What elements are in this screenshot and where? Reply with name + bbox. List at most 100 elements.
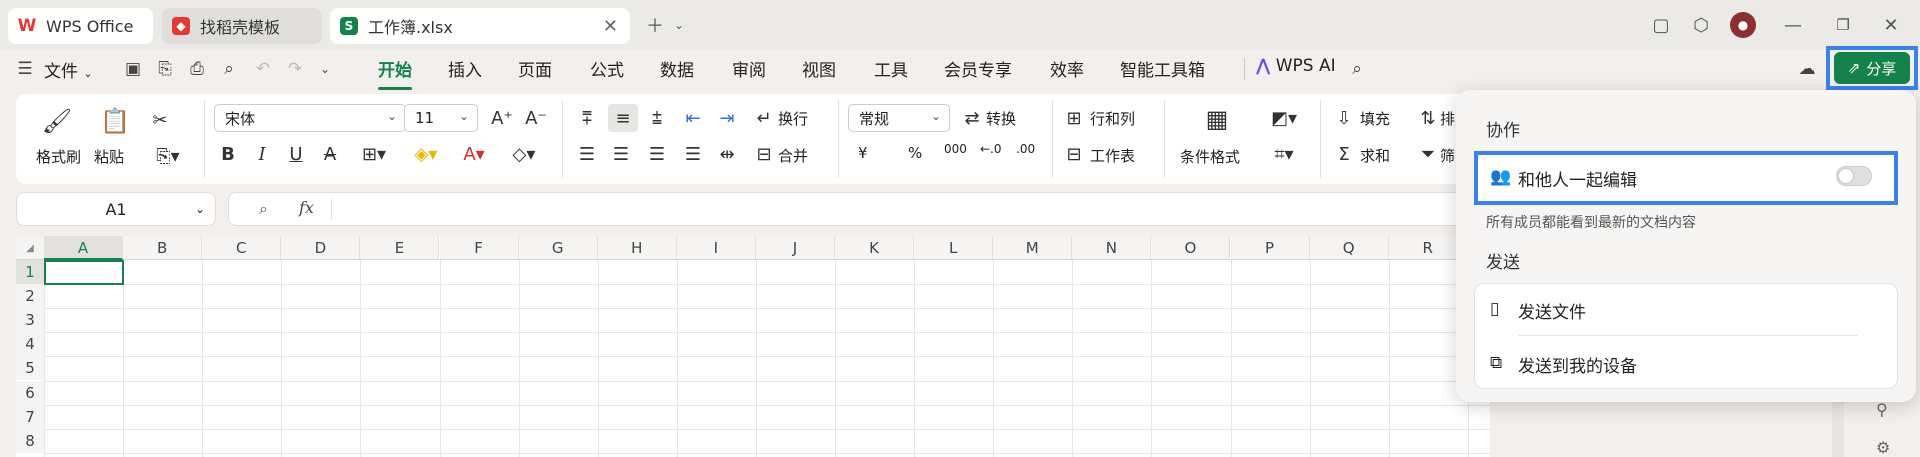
wrap-label[interactable]: 换行 — [778, 108, 808, 129]
wrap-icon[interactable]: ↵ — [752, 106, 776, 130]
convert-label[interactable]: 转换 — [986, 108, 1016, 129]
worksheet-icon[interactable]: ⊟ — [1062, 142, 1086, 166]
sort-icon[interactable]: ⇅ — [1416, 106, 1440, 130]
send-device-item[interactable]: ⧉ 发送到我的设备 — [1490, 351, 1874, 381]
copy-icon[interactable]: ⎘▾ — [150, 144, 186, 168]
format-painter-icon[interactable]: 🖌 — [42, 106, 72, 136]
row-header[interactable]: 6 — [16, 380, 44, 405]
row-header[interactable]: 1 — [16, 260, 44, 284]
tab-template[interactable]: ◆ 找稻壳模板 — [162, 8, 322, 44]
column-header[interactable]: L — [914, 236, 994, 260]
column-header[interactable]: O — [1151, 236, 1231, 260]
merge-label[interactable]: 合并 — [778, 145, 808, 166]
new-tab-icon[interactable]: ＋ — [642, 12, 668, 38]
align-center-icon[interactable]: ☰ — [608, 142, 634, 166]
underline-icon[interactable]: U — [284, 142, 308, 166]
crop-icon[interactable]: ⌗▾ — [1266, 142, 1302, 166]
cell-style-icon[interactable]: ◩▾ — [1266, 106, 1302, 130]
paste-label[interactable]: 粘贴 — [94, 146, 124, 167]
chevron-down-icon[interactable]: ⌄ — [314, 58, 336, 80]
save-icon[interactable]: ▣ — [122, 58, 144, 80]
justify-icon[interactable]: ☰ — [680, 142, 706, 166]
column-header[interactable]: P — [1230, 236, 1310, 260]
menu-efficiency[interactable]: 效率 — [1050, 56, 1084, 81]
tab-wps-office[interactable]: W WPS Office — [8, 8, 153, 44]
currency-button[interactable]: ¥ — [858, 144, 868, 162]
side-tool-icon[interactable]: ⚙ — [1876, 438, 1890, 457]
cloud-sync-icon[interactable]: ☁ — [1796, 58, 1818, 80]
percent-button[interactable]: % — [908, 144, 922, 162]
row-header[interactable]: 8 — [16, 428, 44, 453]
row-header[interactable]: 4 — [16, 332, 44, 357]
restore-icon[interactable]: ❐ — [1830, 12, 1856, 38]
align-bottom-icon[interactable]: ⩲ — [644, 106, 670, 130]
menu-tools[interactable]: 工具 — [874, 56, 908, 81]
clear-format-icon[interactable]: ◇▾ — [506, 142, 542, 166]
menu-data[interactable]: 数据 — [660, 56, 694, 81]
menu-view[interactable]: 视图 — [802, 56, 836, 81]
column-header[interactable]: D — [281, 236, 361, 260]
font-size-dropdown[interactable]: 11 ⌄ — [404, 104, 478, 132]
align-middle-icon[interactable]: ≡ — [608, 104, 638, 132]
menu-review[interactable]: 审阅 — [732, 56, 766, 81]
convert-icon[interactable]: ⇄ — [960, 106, 984, 130]
column-header[interactable]: A — [44, 236, 124, 260]
name-box[interactable]: A1 ⌄ — [16, 192, 216, 226]
align-top-icon[interactable]: ⩱ — [574, 106, 600, 130]
close-icon[interactable]: ✕ — [603, 16, 618, 37]
format-painter-label[interactable]: 格式刷 — [36, 146, 81, 167]
strikethrough-icon[interactable]: A — [318, 142, 342, 166]
column-header[interactable]: I — [676, 236, 756, 260]
font-name-dropdown[interactable]: 宋体 ⌄ — [214, 104, 406, 132]
row-header[interactable]: 5 — [16, 356, 44, 381]
menu-home[interactable]: 开始 — [378, 56, 412, 90]
bold-icon[interactable]: B — [216, 142, 240, 166]
row-col-label[interactable]: 行和列 — [1090, 108, 1135, 129]
italic-icon[interactable]: I — [250, 142, 274, 166]
minimize-icon[interactable]: — — [1780, 12, 1806, 38]
zoom-icon[interactable]: ⌕ — [259, 199, 268, 219]
side-tool-icon[interactable]: ⚲ — [1876, 400, 1888, 419]
formula-input[interactable]: ⌕ fx — [228, 192, 1490, 226]
avatar[interactable]: ● — [1730, 12, 1756, 38]
fx-icon[interactable]: fx — [299, 198, 314, 217]
conditional-format-label[interactable]: 条件格式 — [1180, 146, 1240, 167]
paste-icon[interactable]: 📋 — [100, 106, 130, 136]
decrease-decimal-button[interactable]: ←.0 — [980, 142, 1002, 156]
fill-color-icon[interactable]: ◈▾ — [408, 142, 444, 166]
conditional-format-icon[interactable]: ▦ — [1202, 104, 1232, 134]
spreadsheet-grid[interactable] — [16, 236, 1490, 457]
column-header[interactable]: J — [755, 236, 835, 260]
export-icon[interactable]: ⎘ — [154, 58, 176, 80]
send-file-item[interactable]: ▯ 发送文件 — [1490, 297, 1874, 327]
column-header[interactable]: K — [835, 236, 915, 260]
decrease-font-icon[interactable]: A⁻ — [524, 106, 548, 130]
increase-indent-icon[interactable]: ⇥ — [714, 106, 740, 130]
cut-icon[interactable]: ✂ — [146, 108, 174, 132]
font-color-icon[interactable]: A▾ — [456, 142, 492, 166]
select-all-corner[interactable]: ◢ — [16, 236, 44, 260]
fill-icon[interactable]: ⇩ — [1332, 106, 1356, 130]
increase-decimal-button[interactable]: .00 — [1016, 142, 1035, 156]
tab-workbook[interactable]: S 工作簿.xlsx ✕ — [330, 8, 630, 44]
wps-ai-button[interactable]: ⋀ WPS AI — [1256, 56, 1336, 76]
window-layout-icon[interactable]: ▢ — [1648, 12, 1674, 38]
decrease-indent-icon[interactable]: ⇤ — [680, 106, 706, 130]
fill-label[interactable]: 填充 — [1360, 108, 1390, 129]
row-header[interactable]: 7 — [16, 404, 44, 429]
file-menu[interactable]: 文件 ⌄ — [44, 57, 93, 82]
hamburger-icon[interactable]: ☰ — [14, 58, 36, 80]
sum-icon[interactable]: Σ — [1332, 142, 1356, 166]
close-window-icon[interactable]: ✕ — [1878, 12, 1904, 38]
column-header[interactable]: N — [1072, 236, 1152, 260]
column-header[interactable]: G — [518, 236, 598, 260]
row-header[interactable]: 2 — [16, 284, 44, 309]
sort-label[interactable]: 排 — [1440, 108, 1455, 129]
column-header[interactable]: E — [360, 236, 440, 260]
column-header[interactable]: F — [439, 236, 519, 260]
align-right-icon[interactable]: ☰ — [644, 142, 670, 166]
cube-icon[interactable]: ⬡ — [1688, 12, 1714, 38]
print-icon[interactable]: ⎙ — [186, 58, 208, 80]
menu-page[interactable]: 页面 — [518, 56, 552, 81]
chevron-down-icon[interactable]: ⌄ — [666, 12, 692, 38]
